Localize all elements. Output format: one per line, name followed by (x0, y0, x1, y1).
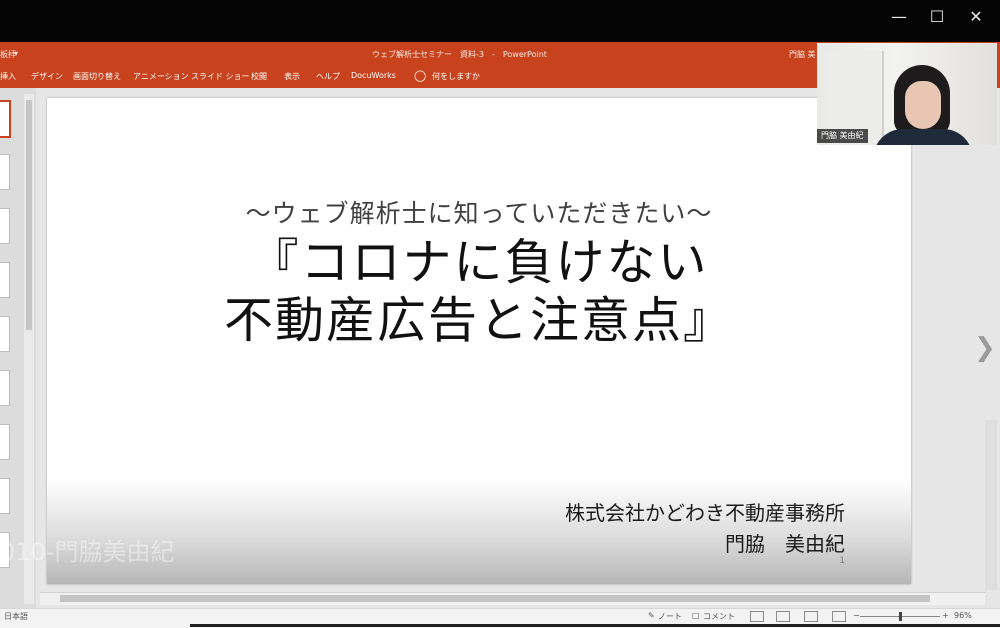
slide-thumbnail[interactable] (0, 154, 10, 190)
participant-video-tile[interactable]: 門脇 美由紀 (817, 43, 997, 145)
slide-sorter-icon[interactable] (776, 611, 790, 622)
tab-animations[interactable]: アニメーション (133, 71, 189, 82)
close-button[interactable]: ✕ (961, 6, 991, 28)
notes-button[interactable]: ノート (658, 611, 682, 622)
slide-title-line-2: 不動産広告と注意点』 (223, 292, 734, 349)
vertical-scrollbar[interactable] (985, 420, 997, 590)
zoom-slider-handle[interactable] (899, 612, 902, 621)
slide-number: 1 (839, 556, 845, 566)
tab-transitions[interactable]: 画面切り替え (73, 71, 121, 82)
tell-me-search[interactable]: 何をしますか (432, 71, 480, 82)
minimize-button[interactable]: — (884, 6, 914, 28)
comments-button[interactable]: コメント (703, 611, 735, 622)
maximize-button[interactable]: ☐ (922, 6, 952, 28)
tab-slideshow[interactable]: スライド ショー (191, 71, 250, 82)
participant-face (905, 81, 941, 129)
zoom-out-button[interactable]: − (853, 611, 860, 620)
slide-thumbnail[interactable] (0, 208, 10, 244)
zoom-in-button[interactable]: + (942, 611, 949, 620)
slide-thumbnail[interactable] (0, 100, 11, 138)
comment-icon: □ (692, 611, 700, 620)
slide-thumbnail[interactable] (0, 316, 10, 352)
tab-docuworks[interactable]: DocuWorks (351, 71, 396, 80)
tab-view[interactable]: 表示 (284, 71, 300, 82)
slide-thumbnail[interactable] (0, 424, 10, 460)
reading-view-icon[interactable] (804, 611, 818, 622)
presenter-name: 門脇 美由紀 (725, 532, 845, 556)
slide-thumbnail[interactable] (0, 478, 10, 514)
window-title-bar (0, 0, 1000, 42)
participant-name-label: 門脇 美由紀 (817, 129, 868, 143)
zoom-level[interactable]: 96% (954, 611, 972, 620)
slide-canvas[interactable]: ～ウェブ解析士に知っていただきたい～ 『コロナに負けない 不動産広告と注意点』 … (47, 98, 911, 584)
participant-overlay-name: 010-門脇美由紀 (0, 538, 175, 566)
slideshow-view-icon[interactable] (832, 611, 846, 622)
tab-help[interactable]: ヘルプ (316, 71, 340, 82)
lightbulb-icon: ◯ (414, 69, 427, 82)
tab-review[interactable]: 校閲 (251, 71, 267, 82)
language-indicator[interactable]: 日本語 (4, 611, 28, 622)
tab-design[interactable]: デザイン (31, 71, 63, 82)
slide-thumbnail[interactable] (0, 370, 10, 406)
notes-icon: ✎ (648, 611, 655, 620)
slide-thumbnail[interactable] (0, 262, 10, 298)
account-name[interactable]: 門脇 美 (789, 49, 816, 60)
normal-view-icon[interactable] (750, 611, 764, 622)
thumbnail-scroll-handle[interactable] (26, 100, 32, 330)
company-name: 株式会社かどわき不動産事務所 (565, 501, 845, 525)
tab-insert[interactable]: 挿入 (0, 71, 16, 82)
quick-access-dropdown-icon[interactable]: ▾ (14, 49, 18, 58)
document-title: ウェブ解析士セミナー 資料-3 - PowerPoint (372, 50, 547, 59)
chevron-right-icon[interactable]: ❯ (974, 333, 996, 363)
horizontal-scroll-handle[interactable] (60, 595, 930, 602)
